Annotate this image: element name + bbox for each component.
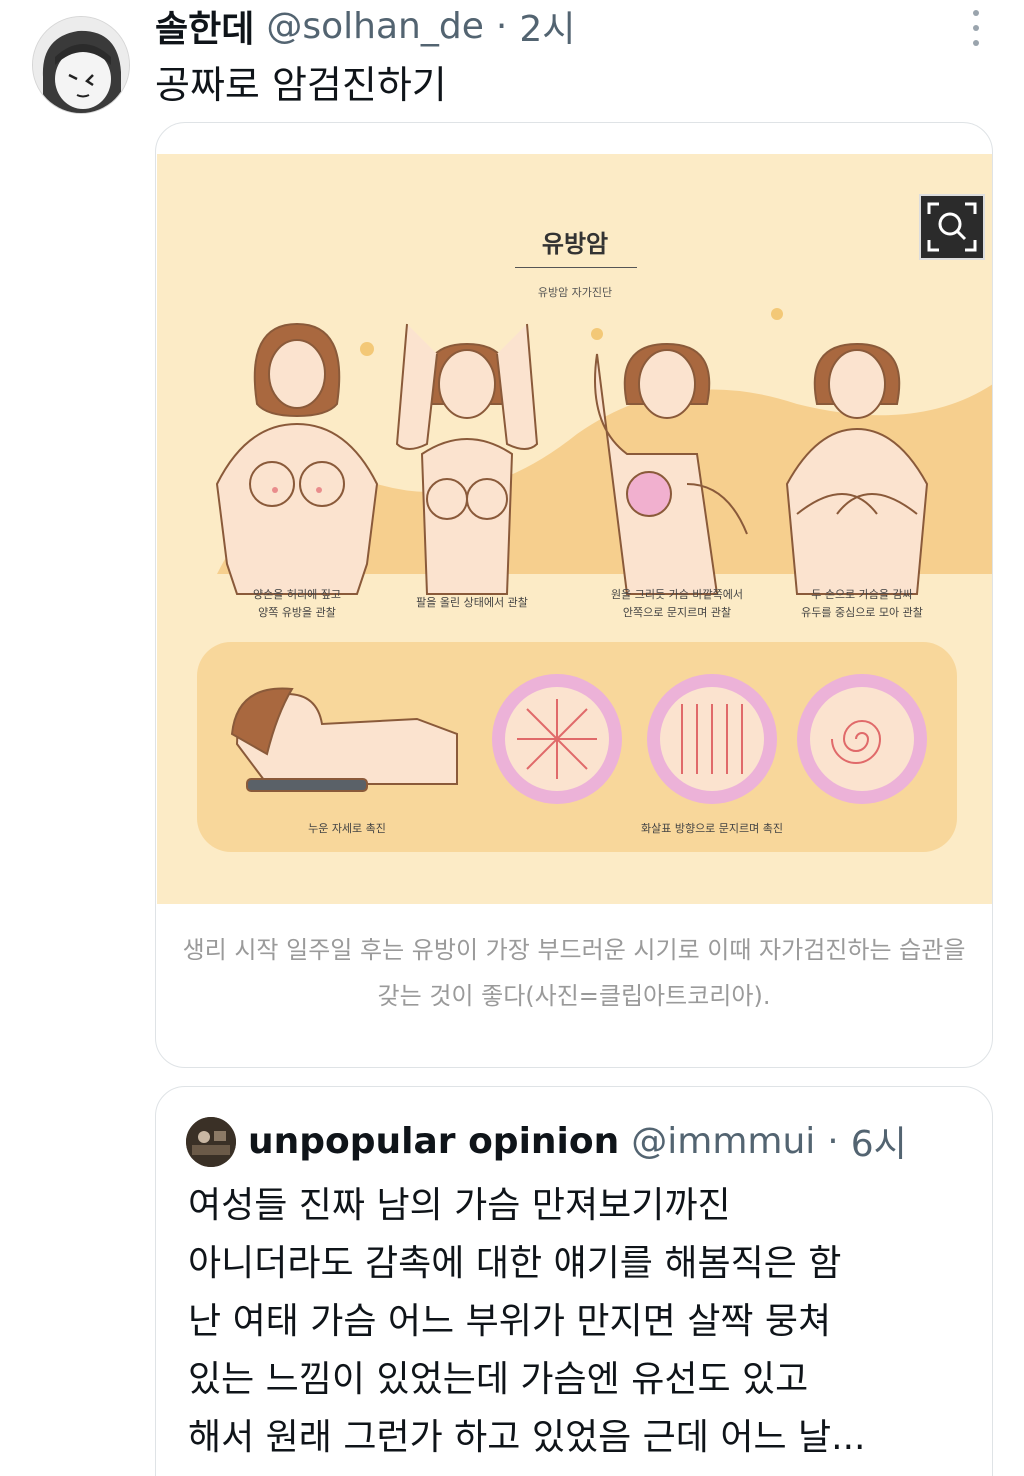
figure-1 [215,322,379,595]
avatar-drawing [33,17,129,113]
more-vertical-icon[interactable] [968,10,984,46]
tweet-text: 공짜로 암검진하기 [155,63,447,107]
infographic-image[interactable]: 유방암 유방암 자가진단 양손을 허리에 짚고 양쪽 유방을 관찰 팔을 올린 … [157,154,992,904]
quoted-timestamp[interactable]: 6시 [851,1115,907,1167]
quoted-text-line: 아니더라도 감촉에 대한 얘기를 해봄직은 함 [188,1243,842,1284]
quoted-text-line: 해서 원래 그런가 하고 있었음 근데 어느 날... [188,1417,866,1458]
image-caption: 생리 시작 일주일 후는 유방이 가장 부드러운 시기로 이때 자가검진하는 습… [182,936,966,1010]
quoted-display-name[interactable]: unpopular opinion [248,1121,619,1162]
quoted-tweet[interactable]: unpopular opinion @immmui · 6시 여성들 진짜 남의… [155,1086,993,1476]
step-4-caption: 두 손으로 가슴을 감싸 유두를 중심으로 모아 관찰 [801,588,923,619]
step-3-caption: 원을 그리듯 가슴 바깥쪽에서 안쪽으로 문지르며 관찰 [611,588,743,619]
title-rule [515,267,637,268]
arrow-caption: 화살표 방향으로 문지르며 촉진 [640,822,784,835]
quoted-text-line: 여성들 진짜 남의 가슴 만져보기까진 [188,1185,731,1226]
author-display-name[interactable]: 솔한데 [155,0,254,52]
image-title: 유방암 [541,230,609,258]
figure-4 [785,342,929,595]
step-1-caption: 양손을 허리에 짚고 양쪽 유방을 관찰 [253,588,341,619]
step-2-caption: 팔을 올린 상태에서 관찰 [416,596,528,609]
tweet-timestamp[interactable]: 2시 [519,0,575,52]
breast-diagrams [492,674,927,804]
quoted-text-line: 있는 느낌이 있었는데 가슴엔 유선도 있고 [188,1359,809,1400]
quoted-text: 여성들 진짜 남의 가슴 만져보기까진 아니더라도 감촉에 대한 얘기를 해봄직… [188,1177,978,1467]
quoted-header: unpopular opinion @immmui · 6시 [248,1115,907,1167]
zoom-magnifier-icon[interactable] [919,194,985,260]
tweet-header: 솔한데 @solhan_de · 2시 [155,4,575,51]
media-card[interactable]: 유방암 유방암 자가진단 양손을 허리에 짚고 양쪽 유방을 관찰 팔을 올린 … [155,122,993,1068]
quoted-handle[interactable]: @immmui [631,1121,815,1162]
lying-caption: 누운 자세로 촉진 [308,822,386,835]
quoted-text-line: 난 여태 가슴 어느 부위가 만지면 살짝 뭉쳐 [188,1301,832,1342]
author-avatar[interactable] [32,16,130,114]
image-subtitle: 유방암 자가진단 [537,286,613,299]
quoted-author-avatar[interactable] [186,1117,236,1167]
separator-dot: · [495,5,508,47]
author-handle[interactable]: @solhan_de [266,6,483,47]
separator-dot: · [827,1120,839,1162]
